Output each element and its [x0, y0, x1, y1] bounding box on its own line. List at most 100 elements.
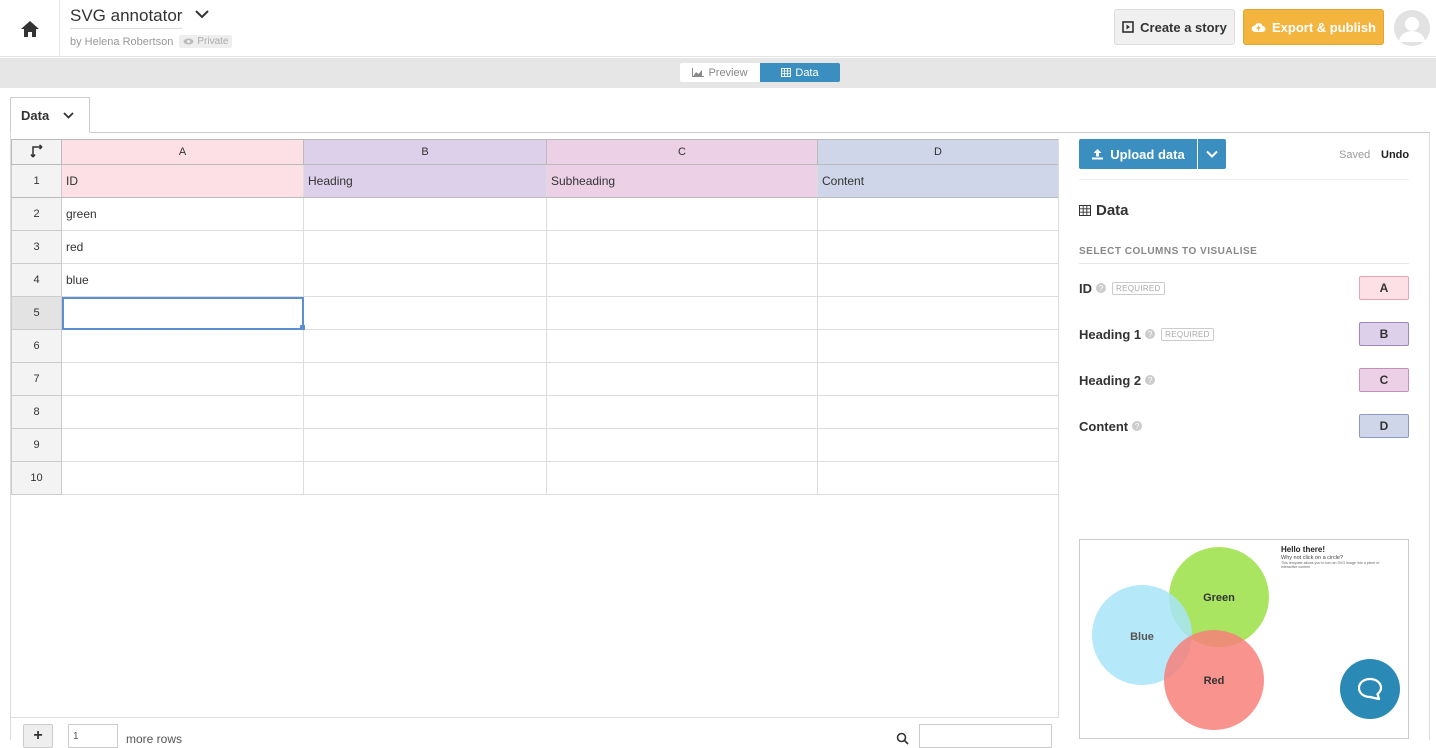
cell[interactable] [303, 362, 547, 396]
panel-title-label: Data [1096, 202, 1129, 219]
cell[interactable] [546, 263, 818, 297]
cell[interactable] [817, 263, 1059, 297]
cell[interactable] [303, 197, 547, 231]
cell[interactable] [546, 428, 818, 462]
row-number[interactable]: 2 [11, 197, 62, 231]
row-number[interactable]: 7 [11, 362, 62, 396]
cell[interactable] [61, 329, 304, 363]
cell[interactable] [303, 329, 547, 363]
privacy-badge[interactable]: Private [179, 35, 233, 48]
cell[interactable] [546, 362, 818, 396]
column-header-d[interactable]: D [817, 139, 1059, 165]
cell[interactable]: green [61, 197, 304, 231]
cell[interactable] [303, 461, 547, 495]
table-row: 5 [11, 296, 1059, 330]
upload-options-button[interactable] [1198, 139, 1226, 169]
preview-mode-button[interactable]: Preview [680, 63, 760, 82]
avatar[interactable] [1394, 10, 1430, 46]
transpose-button[interactable] [11, 139, 62, 165]
chevron-down-icon[interactable] [195, 6, 209, 24]
grid-footer: + more rows [11, 717, 1058, 748]
undo-button[interactable]: Undo [1381, 149, 1409, 161]
cell[interactable] [61, 428, 304, 462]
cell[interactable] [817, 230, 1059, 264]
cell[interactable] [61, 395, 304, 429]
column-header-b[interactable]: B [303, 139, 547, 165]
cell[interactable] [817, 329, 1059, 363]
row-number[interactable]: 6 [11, 329, 62, 363]
project-title-area: SVG annotator by Helena Robertson Privat… [70, 6, 233, 48]
cell[interactable]: Subheading [546, 164, 818, 198]
green-label: Green [1203, 592, 1235, 604]
cell[interactable]: ID [61, 164, 304, 198]
row-number[interactable]: 4 [11, 263, 62, 297]
cell[interactable]: Content [817, 164, 1059, 198]
cell[interactable] [817, 428, 1059, 462]
cell[interactable]: Heading [303, 164, 547, 198]
export-publish-button[interactable]: Export & publish [1243, 9, 1384, 45]
row-number[interactable]: 1 [11, 164, 62, 198]
required-badge: REQUIRED [1112, 281, 1165, 295]
row-number[interactable]: 8 [11, 395, 62, 429]
cell[interactable] [817, 461, 1059, 495]
project-title[interactable]: SVG annotator [70, 6, 183, 29]
column-header-c[interactable]: C [546, 139, 818, 165]
cell[interactable] [546, 461, 818, 495]
home-button[interactable] [0, 0, 60, 57]
help-icon[interactable]: ? [1145, 375, 1156, 385]
sheet-tab[interactable]: Data [10, 97, 90, 133]
required-badge: REQUIRED [1161, 327, 1214, 341]
column-selector-d[interactable]: D [1359, 414, 1409, 438]
fill-handle[interactable] [300, 325, 305, 330]
chat-button[interactable] [1340, 659, 1400, 719]
thumb-body-wrap: This template allows you to turn an SVG … [1281, 561, 1379, 569]
add-rows-button[interactable]: + [23, 724, 53, 748]
cell[interactable] [817, 395, 1059, 429]
column-selector-a[interactable]: A [1359, 276, 1409, 300]
upload-data-button[interactable]: Upload data [1079, 139, 1197, 169]
cell[interactable] [61, 362, 304, 396]
cell[interactable] [303, 263, 547, 297]
column-selector-b[interactable]: B [1359, 322, 1409, 346]
help-icon[interactable]: ? [1132, 421, 1143, 431]
rows-count-input[interactable] [68, 724, 118, 748]
help-icon[interactable]: ? [1096, 283, 1106, 293]
chat-bubble-icon [1357, 677, 1383, 701]
upload-data-label: Upload data [1110, 146, 1185, 162]
cell[interactable]: blue [61, 263, 304, 297]
select-columns-heading: SELECT COLUMNS TO VISUALISE [1079, 246, 1258, 257]
mapping-row-id: ID ? REQUIRED A [1079, 276, 1409, 300]
cell[interactable]: red [61, 230, 304, 264]
cell[interactable] [546, 296, 818, 330]
row-number[interactable]: 3 [11, 230, 62, 264]
mapping-row-heading-2: Heading 2 ? C [1079, 368, 1409, 392]
data-mode-button[interactable]: Data [760, 63, 840, 82]
column-selector-c[interactable]: C [1359, 368, 1409, 392]
table-icon [1079, 205, 1091, 216]
cell[interactable] [303, 296, 547, 330]
table-row: 7 [11, 362, 1059, 396]
create-story-button[interactable]: Create a story [1114, 9, 1235, 45]
cell[interactable] [546, 230, 818, 264]
preview-label: Preview [708, 66, 748, 79]
cell[interactable] [303, 395, 547, 429]
column-header-a[interactable]: A [61, 139, 304, 165]
cell[interactable] [546, 329, 818, 363]
search-input[interactable] [919, 724, 1052, 748]
row-number[interactable]: 5 [11, 296, 62, 330]
cell[interactable] [303, 230, 547, 264]
row-number[interactable]: 9 [11, 428, 62, 462]
cell[interactable] [303, 428, 547, 462]
panel-title: Data [1079, 202, 1129, 219]
help-icon[interactable]: ? [1145, 329, 1156, 339]
cell[interactable] [546, 197, 818, 231]
cell[interactable] [817, 362, 1059, 396]
cell[interactable] [546, 395, 818, 429]
cell[interactable] [817, 296, 1059, 330]
cell[interactable] [61, 461, 304, 495]
cell[interactable] [817, 197, 1059, 231]
row-number[interactable]: 10 [11, 461, 62, 495]
table-row: 6 [11, 329, 1059, 363]
table-row: 4 blue [11, 263, 1059, 297]
selected-cell[interactable] [61, 296, 304, 330]
